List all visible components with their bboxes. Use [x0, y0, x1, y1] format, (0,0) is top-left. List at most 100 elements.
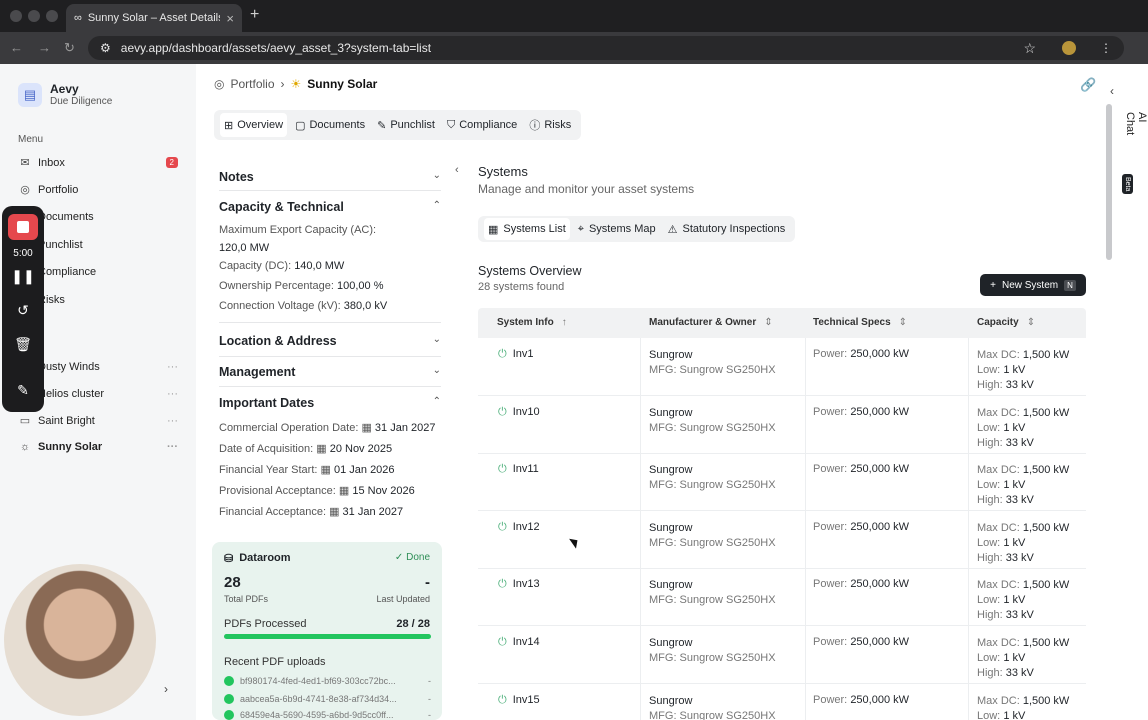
system-name: Inv12 — [512, 520, 540, 533]
window-minimize-dot[interactable] — [28, 10, 40, 22]
column-system-info[interactable]: System Info ↑ — [497, 317, 567, 328]
pause-icon[interactable]: ❚❚ — [2, 268, 44, 285]
window-close-dot[interactable] — [10, 10, 22, 22]
more-icon[interactable]: ··· — [167, 361, 178, 373]
dataroom-card[interactable]: ⛁ Dataroom ✓ Done 28 - Total PDFs Last Up… — [212, 542, 442, 720]
sidebar-asset-saint-bright[interactable]: ▭ Saint Bright ··· — [18, 414, 178, 428]
address-bar[interactable]: ⚙ aevy.app/dashboard/assets/aevy_asset_3… — [88, 36, 1124, 60]
stop-recording-button[interactable] — [8, 214, 38, 240]
system-name-cell: ⏻ Inv14 — [498, 636, 540, 649]
date-row: Financial Year Start: ▦ 01 Jan 2026 — [219, 463, 395, 476]
low-label: Low: — [977, 709, 1001, 720]
sidebar-item-portfolio[interactable]: ◎ Portfolio — [18, 183, 178, 197]
table-row[interactable]: ⏻ Inv11 Sungrow MFG: Sungrow SG250HX Power: … — [478, 453, 1086, 512]
table-row[interactable]: ⏻ Inv1 Sungrow MFG: Sungrow SG250HX Power: 2… — [478, 338, 1086, 396]
tab-punchlist[interactable]: ✎ Punchlist — [373, 113, 439, 137]
back-icon[interactable]: ← — [10, 40, 23, 55]
trash-icon[interactable]: 🗑 — [2, 336, 44, 353]
capacity-cell: Max DC: 1,500 kW Low: 1 kVHigh: 33 kV — [977, 521, 1069, 566]
chevron-right-icon[interactable]: › — [164, 682, 168, 696]
new-system-button[interactable]: + New System N — [980, 274, 1086, 296]
tab-statutory-inspections[interactable]: ⚠ Statutory Inspections — [664, 218, 790, 240]
notes-section-header[interactable]: Notes ⌄ — [219, 170, 441, 184]
tab-close-icon[interactable]: × — [226, 11, 234, 26]
table-row[interactable]: ⏻ Inv15 Sungrow MFG: Sungrow SG250HX Power: … — [478, 684, 1086, 720]
column-manufacturer[interactable]: Manufacturer & Owner ⇕ — [649, 317, 773, 328]
low-label: Low: — [977, 421, 1001, 434]
upload-item[interactable]: 68459e4a-5690-4595-a6bd-9d5cc0ff... - — [224, 710, 431, 720]
bookmark-star-icon[interactable]: ☆ — [1023, 40, 1036, 57]
forward-icon[interactable]: → — [38, 40, 51, 55]
value-text: 31 Jan 2027 — [342, 506, 404, 518]
dates-section-header[interactable]: Important Dates ⌃ — [219, 396, 441, 410]
collapse-panel-icon[interactable]: ‹ — [1110, 84, 1114, 98]
breadcrumb-separator: › — [280, 77, 285, 91]
restart-icon[interactable]: ↺ — [2, 302, 44, 319]
tab-overview[interactable]: ⊞ Overview — [220, 113, 288, 137]
maxdc-label: Max DC: — [977, 579, 1020, 592]
column-technical-specs[interactable]: Technical Specs ⇕ — [813, 317, 907, 328]
management-section-header[interactable]: Management ⌄ — [219, 365, 441, 379]
new-tab-icon[interactable]: + — [250, 6, 259, 24]
tab-compliance[interactable]: ⛉ Compliance — [443, 113, 521, 137]
label-text: Financial Year Start: — [219, 464, 318, 476]
power-value: 250,000 kW — [850, 520, 910, 533]
manufacturer-cell: Sungrow MFG: Sungrow SG250HX — [649, 694, 776, 720]
maxdc-value: 1,500 kW — [1022, 694, 1070, 707]
warning-icon: ⚠ — [667, 223, 678, 236]
high-label: High: — [977, 436, 1003, 449]
high-value: 33 kV — [1005, 667, 1034, 679]
capacity-section-header[interactable]: Capacity & Technical ⌃ — [219, 200, 441, 214]
technical-specs-cell: Power: 250,000 kW — [813, 636, 909, 648]
label-text: Ownership Percentage: — [219, 280, 334, 292]
profile-avatar[interactable] — [1062, 41, 1076, 55]
table-row[interactable]: ⏻ Inv10 Sungrow MFG: Sungrow SG250HX Power: … — [478, 396, 1086, 454]
table-row[interactable]: ⏻ Inv14 Sungrow MFG: Sungrow SG250HX Power: … — [478, 626, 1086, 684]
column-capacity[interactable]: Capacity ⇕ — [977, 317, 1035, 328]
sort-icon: ⇕ — [764, 317, 773, 328]
link-icon[interactable]: 🔗 — [1080, 77, 1096, 93]
vertical-scrollbar[interactable] — [1106, 104, 1112, 260]
tab-label: Systems Map — [588, 223, 656, 235]
site-settings-icon[interactable]: ⚙ — [100, 41, 111, 55]
webcam-bubble[interactable] — [4, 564, 156, 716]
breadcrumb-portfolio[interactable]: Portfolio — [230, 77, 274, 91]
more-icon[interactable]: ··· — [167, 415, 178, 427]
date-row: Provisional Acceptance: ▦ 15 Nov 2026 — [219, 484, 415, 497]
tab-systems-map[interactable]: ⌖ Systems Map — [574, 218, 660, 240]
location-section-header[interactable]: Location & Address ⌄ — [219, 334, 441, 348]
tab-documents[interactable]: ▢ Documents — [291, 113, 369, 137]
sort-icon: ⇕ — [1026, 317, 1036, 328]
table-row[interactable]: ⏻ Inv13 Sungrow MFG: Sungrow SG250HX Power: … — [478, 568, 1086, 627]
sidebar-item-inbox[interactable]: ✉ Inbox 2 — [18, 156, 178, 169]
value-text: 120,0 MW — [219, 242, 270, 254]
more-icon[interactable]: ··· — [167, 441, 178, 453]
more-icon[interactable]: ··· — [167, 388, 178, 400]
low-label: Low: — [977, 536, 1001, 549]
manufacturer-cell: Sungrow MFG: Sungrow SG250HX — [649, 348, 776, 378]
collapse-left-icon[interactable]: ‹ — [455, 164, 459, 176]
manufacturer-model: MFG: Sungrow SG250HX — [649, 709, 776, 720]
sidebar-asset-sunny-solar[interactable]: ☼ Sunny Solar ··· — [18, 441, 178, 453]
document-icon: ▢ — [295, 119, 306, 132]
high-value: 33 kV — [1005, 494, 1034, 507]
browser-menu-icon[interactable]: ⋮ — [1100, 41, 1112, 55]
tab-risks[interactable]: ⓘ Risks — [525, 113, 575, 137]
upload-item[interactable]: aabcea5a-6b9d-4741-8e38-af734d34... - — [224, 694, 431, 704]
app-window: ▤ Aevy Due Diligence Menu ✉ Inbox 2 ◎ Po… — [0, 64, 1148, 720]
tab-systems-list[interactable]: ▦ Systems List — [484, 218, 570, 240]
manufacturer-name: Sungrow — [649, 464, 693, 477]
plus-icon: + — [990, 279, 996, 291]
window-zoom-dot[interactable] — [46, 10, 58, 22]
date-row: Financial Acceptance: ▦ 31 Jan 2027 — [219, 505, 403, 518]
upload-item[interactable]: bf980174-4fed-4ed1-bf69-303cc72bc... - — [224, 676, 431, 686]
systems-table-header: System Info ↑ Manufacturer & Owner ⇕ Techn… — [478, 308, 1086, 338]
calendar-icon: ▦ — [329, 506, 340, 518]
draw-icon[interactable]: ✎ — [2, 382, 44, 399]
manufacturer-name: Sungrow — [649, 521, 693, 534]
brand[interactable]: ▤ Aevy Due Diligence — [18, 82, 112, 107]
browser-tab[interactable]: ∞ Sunny Solar – Asset Details | × — [66, 4, 242, 32]
sort-ascending-icon: ↑ — [561, 317, 567, 328]
reload-icon[interactable]: ↻ — [64, 40, 75, 56]
database-icon: ⛁ — [224, 553, 234, 565]
